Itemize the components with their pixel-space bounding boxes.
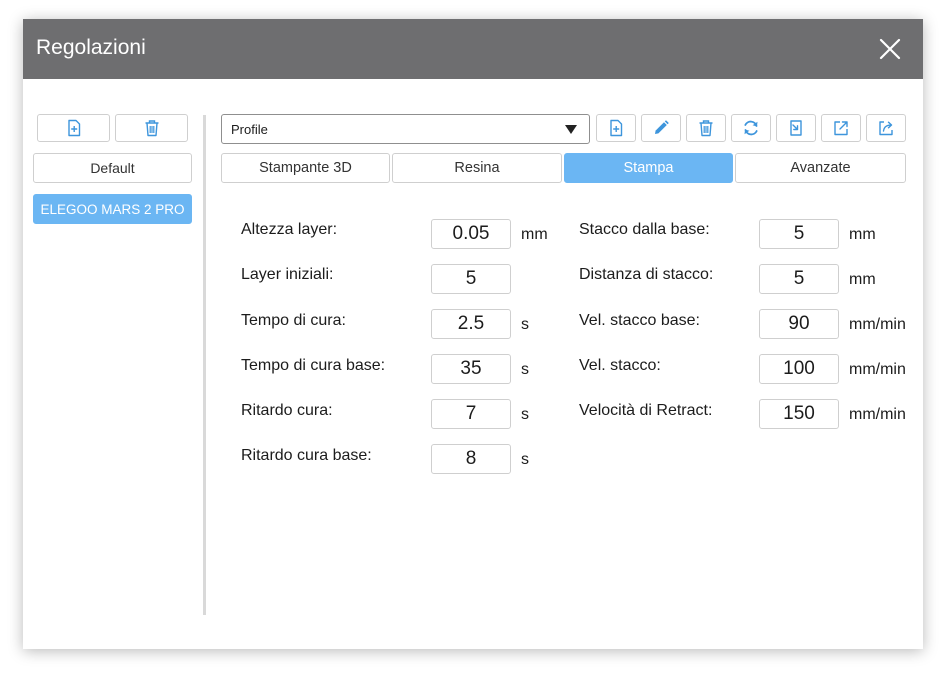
layer-iniziali-input[interactable]: 5 — [431, 264, 511, 294]
tab-stampa[interactable]: Stampa — [564, 153, 733, 183]
tempo-di-cura-input[interactable]: 2.5 — [431, 309, 511, 339]
window-title: Regolazioni — [36, 36, 146, 59]
refresh-icon — [744, 120, 758, 136]
setting-label: Altezza layer: — [241, 221, 338, 238]
setting-unit: s — [521, 316, 529, 333]
ritardo-cura-input[interactable]: 7 — [431, 399, 511, 429]
setting-unit: mm — [521, 226, 548, 243]
import-icon — [790, 120, 802, 136]
tab-avanzate[interactable]: Avanzate — [735, 153, 906, 183]
share-icon — [879, 121, 893, 136]
profile-item-default[interactable]: Default — [33, 153, 192, 183]
setting-unit: mm — [849, 226, 876, 243]
file-add-icon — [67, 119, 80, 137]
setting-label: Ritardo cura base: — [241, 447, 372, 464]
setting-label: Ritardo cura: — [241, 402, 333, 419]
setting-unit: s — [521, 406, 529, 423]
altezza-layer-input[interactable]: 0.05 — [431, 219, 511, 249]
velocita-di-retract-input[interactable]: 150 — [759, 399, 839, 429]
setting-unit: mm/min — [849, 316, 906, 333]
add-profile-button[interactable] — [37, 114, 110, 142]
pencil-icon — [655, 120, 669, 134]
setting-label: Tempo di cura: — [241, 312, 346, 329]
new-preset-button[interactable] — [596, 114, 636, 142]
setting-label: Velocità di Retract: — [579, 402, 713, 419]
edit-preset-button[interactable] — [641, 114, 681, 142]
delete-profile-button[interactable] — [115, 114, 188, 142]
vel-stacco-input[interactable]: 100 — [759, 354, 839, 384]
export-icon — [834, 121, 848, 136]
setting-label: Layer iniziali: — [241, 266, 334, 283]
close-button[interactable] — [875, 34, 905, 64]
setting-unit: s — [521, 451, 529, 468]
setting-label: Vel. stacco: — [579, 357, 661, 374]
setting-unit: mm/min — [849, 406, 906, 423]
tab-stampante-3d[interactable]: Stampante 3D — [221, 153, 390, 183]
profile-item-elegoo-mars-2-pro[interactable]: ELEGOO MARS 2 PRO — [33, 194, 192, 224]
trash-icon — [145, 120, 158, 137]
profile-select-value: Profile — [231, 122, 268, 137]
distanza-di-stacco-input[interactable]: 5 — [759, 264, 839, 294]
tab-resina[interactable]: Resina — [392, 153, 562, 183]
setting-unit: s — [521, 361, 529, 378]
setting-unit: mm — [849, 271, 876, 288]
refresh-button[interactable] — [731, 114, 771, 142]
chevron-down-icon — [565, 125, 577, 134]
import-button[interactable] — [776, 114, 816, 142]
file-add-icon — [610, 119, 623, 137]
close-icon — [879, 38, 901, 60]
export-button[interactable] — [821, 114, 861, 142]
setting-label: Tempo di cura base: — [241, 357, 386, 374]
settings-dialog: Regolazioni Default ELEGOO MARS 2 PRO Pr… — [23, 19, 923, 649]
title-bar: Regolazioni — [23, 19, 923, 79]
setting-label: Vel. stacco base: — [579, 312, 700, 329]
profile-select[interactable]: Profile — [221, 114, 590, 144]
share-button[interactable] — [866, 114, 906, 142]
setting-unit: mm/min — [849, 361, 906, 378]
delete-preset-button[interactable] — [686, 114, 726, 142]
setting-label: Distanza di stacco: — [579, 266, 714, 283]
tempo-di-cura-base-input[interactable]: 35 — [431, 354, 511, 384]
trash-icon — [699, 120, 713, 137]
ritardo-cura-base-input[interactable]: 8 — [431, 444, 511, 474]
setting-label: Stacco dalla base: — [579, 221, 710, 238]
stacco-dalla-base-input[interactable]: 5 — [759, 219, 839, 249]
vel-stacco-base-input[interactable]: 90 — [759, 309, 839, 339]
sidebar-divider — [203, 115, 206, 615]
